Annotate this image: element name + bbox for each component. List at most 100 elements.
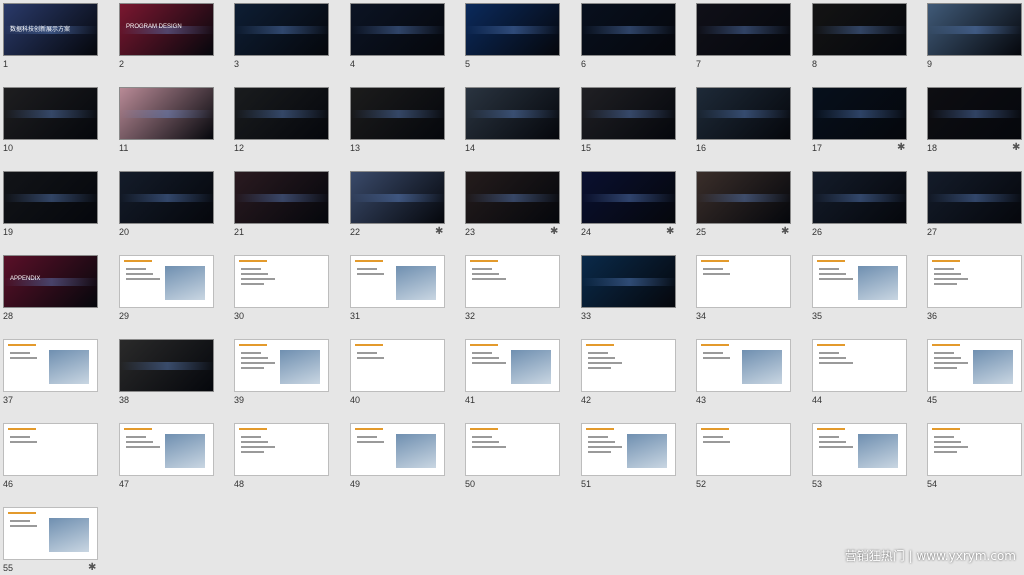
slide-thumbnail[interactable] xyxy=(234,423,329,476)
slide-thumbnail[interactable] xyxy=(465,3,560,56)
slide-thumbnail[interactable] xyxy=(812,339,907,392)
slide-thumbnail[interactable] xyxy=(234,171,329,224)
slide-3[interactable]: 3 xyxy=(234,3,329,71)
slide-thumbnail[interactable] xyxy=(696,255,791,308)
slide-thumbnail[interactable] xyxy=(465,423,560,476)
slide-9[interactable]: 9 xyxy=(927,3,1022,71)
slide-54[interactable]: 54 xyxy=(927,423,1022,491)
slide-thumbnail[interactable] xyxy=(3,423,98,476)
slide-thumbnail[interactable] xyxy=(234,255,329,308)
slide-thumbnail[interactable] xyxy=(465,87,560,140)
slide-26[interactable]: 26 xyxy=(812,171,907,239)
slide-20[interactable]: 20 xyxy=(119,171,214,239)
slide-thumbnail[interactable] xyxy=(812,3,907,56)
slide-thumbnail[interactable] xyxy=(927,423,1022,476)
slide-thumbnail[interactable] xyxy=(234,3,329,56)
slide-10[interactable]: 10 xyxy=(3,87,98,155)
slide-thumbnail[interactable] xyxy=(696,87,791,140)
slide-thumbnail[interactable] xyxy=(696,423,791,476)
slide-thumbnail[interactable] xyxy=(234,87,329,140)
slide-thumbnail[interactable] xyxy=(581,255,676,308)
slide-thumbnail[interactable] xyxy=(696,339,791,392)
slide-32[interactable]: 32 xyxy=(465,255,560,323)
slide-thumbnail[interactable] xyxy=(3,339,98,392)
slide-thumbnail[interactable] xyxy=(696,3,791,56)
slide-15[interactable]: 15 xyxy=(581,87,676,155)
slide-8[interactable]: 8 xyxy=(812,3,907,71)
slide-16[interactable]: 16 xyxy=(696,87,791,155)
slide-thumbnail[interactable] xyxy=(927,339,1022,392)
slide-45[interactable]: 45 xyxy=(927,339,1022,407)
slide-4[interactable]: 4 xyxy=(350,3,445,71)
slide-thumbnail[interactable] xyxy=(350,423,445,476)
slide-thumbnail[interactable] xyxy=(350,255,445,308)
slide-30[interactable]: 30 xyxy=(234,255,329,323)
slide-42[interactable]: 42 xyxy=(581,339,676,407)
slide-6[interactable]: 6 xyxy=(581,3,676,71)
slide-1[interactable]: 数据科技创新展示方案 1 xyxy=(3,3,98,71)
slide-thumbnail[interactable] xyxy=(927,3,1022,56)
slide-thumbnail[interactable] xyxy=(696,171,791,224)
slide-41[interactable]: 41 xyxy=(465,339,560,407)
slide-thumbnail[interactable] xyxy=(465,171,560,224)
slide-17[interactable]: 17 ✱ xyxy=(812,87,907,155)
slide-thumbnail[interactable] xyxy=(927,255,1022,308)
slide-thumbnail[interactable] xyxy=(927,87,1022,140)
slide-29[interactable]: 29 xyxy=(119,255,214,323)
slide-thumbnail[interactable] xyxy=(3,87,98,140)
slide-19[interactable]: 19 xyxy=(3,171,98,239)
slide-55[interactable]: 55 ✱ xyxy=(3,507,98,575)
slide-23[interactable]: 23 ✱ xyxy=(465,171,560,239)
slide-thumbnail[interactable] xyxy=(581,171,676,224)
slide-33[interactable]: 33 xyxy=(581,255,676,323)
slide-39[interactable]: 39 xyxy=(234,339,329,407)
slide-12[interactable]: 12 xyxy=(234,87,329,155)
slide-thumbnail[interactable]: PROGRAM DESIGN xyxy=(119,3,214,56)
slide-34[interactable]: 34 xyxy=(696,255,791,323)
slide-thumbnail[interactable] xyxy=(119,339,214,392)
slide-thumbnail[interactable] xyxy=(119,255,214,308)
slide-14[interactable]: 14 xyxy=(465,87,560,155)
slide-53[interactable]: 53 xyxy=(812,423,907,491)
slide-28[interactable]: APPENDIX 28 xyxy=(3,255,98,323)
slide-7[interactable]: 7 xyxy=(696,3,791,71)
slide-2[interactable]: PROGRAM DESIGN 2 xyxy=(119,3,214,71)
slide-thumbnail[interactable] xyxy=(119,171,214,224)
slide-thumbnail[interactable] xyxy=(119,423,214,476)
slide-35[interactable]: 35 xyxy=(812,255,907,323)
slide-thumbnail[interactable] xyxy=(350,87,445,140)
slide-thumbnail[interactable] xyxy=(119,87,214,140)
slide-thumbnail[interactable] xyxy=(581,423,676,476)
slide-21[interactable]: 21 xyxy=(234,171,329,239)
slide-thumbnail[interactable] xyxy=(812,87,907,140)
slide-11[interactable]: 11 xyxy=(119,87,214,155)
slide-thumbnail[interactable]: APPENDIX xyxy=(3,255,98,308)
slide-thumbnail[interactable] xyxy=(812,423,907,476)
slide-22[interactable]: 22 ✱ xyxy=(350,171,445,239)
slide-46[interactable]: 46 xyxy=(3,423,98,491)
slide-13[interactable]: 13 xyxy=(350,87,445,155)
slide-thumbnail[interactable] xyxy=(927,171,1022,224)
slide-thumbnail[interactable]: 数据科技创新展示方案 xyxy=(3,3,98,56)
slide-24[interactable]: 24 ✱ xyxy=(581,171,676,239)
slide-thumbnail[interactable] xyxy=(581,87,676,140)
slide-thumbnail[interactable] xyxy=(350,171,445,224)
slide-47[interactable]: 47 xyxy=(119,423,214,491)
slide-51[interactable]: 51 xyxy=(581,423,676,491)
slide-38[interactable]: 38 xyxy=(119,339,214,407)
slide-thumbnail[interactable] xyxy=(581,339,676,392)
slide-43[interactable]: 43 xyxy=(696,339,791,407)
slide-thumbnail[interactable] xyxy=(350,339,445,392)
slide-31[interactable]: 31 xyxy=(350,255,445,323)
slide-27[interactable]: 27 xyxy=(927,171,1022,239)
slide-44[interactable]: 44 xyxy=(812,339,907,407)
slide-thumbnail[interactable] xyxy=(350,3,445,56)
slide-50[interactable]: 50 xyxy=(465,423,560,491)
slide-thumbnail[interactable] xyxy=(234,339,329,392)
slide-49[interactable]: 49 xyxy=(350,423,445,491)
slide-thumbnail[interactable] xyxy=(465,339,560,392)
slide-40[interactable]: 40 xyxy=(350,339,445,407)
slide-thumbnail[interactable] xyxy=(812,171,907,224)
slide-thumbnail[interactable] xyxy=(812,255,907,308)
slide-thumbnail[interactable] xyxy=(465,255,560,308)
